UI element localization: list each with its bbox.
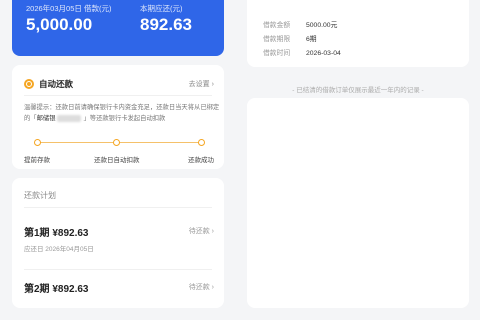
autopay-link-label: 去设置 <box>188 81 210 88</box>
autopay-steps: 提前存款 还款日自动扣款 还款成功 <box>24 139 214 165</box>
detail-value: 6期 <box>306 36 317 43</box>
left-panel: 2026年03月05日 借款(元) 本期应还(元) 5,000.00 892.6… <box>9 0 227 308</box>
bank-name: 邮储银 <box>36 115 56 122</box>
step-deposit: 提前存款 <box>24 139 50 164</box>
masked-card-number <box>57 114 82 122</box>
period-title: 第2期 ¥892.63 <box>24 284 89 295</box>
period-row[interactable]: 第1期 ¥892.63 应还日 2026年04月05日 待还款 › <box>24 224 214 264</box>
chevron-right-icon: › <box>211 284 214 291</box>
chevron-right-icon: › <box>211 81 214 88</box>
detail-row-term: 借款期限 6期 <box>263 33 317 43</box>
detail-key: 借款时间 <box>263 50 291 57</box>
detail-row-amount: 借款金额 5000.00元 <box>263 19 337 29</box>
step-label: 还款成功 <box>188 157 214 164</box>
loan-summary-card: 2026年03月05日 借款(元) 本期应还(元) 5,000.00 892.6… <box>12 0 224 56</box>
plan-title: 还款计划 <box>24 191 56 200</box>
period-status: 待还款 › <box>189 226 214 236</box>
repayment-plan-card: 还款计划 第1期 ¥892.63 应还日 2026年04月05日 待还款 › 第… <box>12 178 224 308</box>
step-auto-debit: 还款日自动扣款 <box>94 139 140 164</box>
period-title: 第1期 ¥892.63 <box>24 228 89 239</box>
step-dot <box>33 139 41 146</box>
detail-value: 5000.00元 <box>306 22 338 29</box>
autopay-header: 自动还款 <box>24 78 73 90</box>
autopay-title: 自动还款 <box>39 79 74 89</box>
divider <box>24 95 212 96</box>
period-row[interactable]: 第2期 ¥892.63 待还款 › <box>24 280 214 320</box>
loan-amount: 5,000.00 <box>26 15 93 34</box>
chevron-right-icon: › <box>211 228 214 235</box>
notice-post: 」等还款银行卡发起自动扣款 <box>83 115 166 122</box>
step-label: 提前存款 <box>24 157 50 164</box>
period-due-date: 应还日 2026年04月05日 <box>24 246 94 253</box>
records-footnote: - 已结清的借款订单仅展示最近一年内的记录 - <box>292 87 424 94</box>
detail-key: 借款期限 <box>263 36 291 43</box>
loan-details-card: 借款金额 5000.00元 借款期限 6期 借款时间 2026-03-04 <box>247 0 469 67</box>
step-dot <box>197 139 205 146</box>
period-status-label: 待还款 <box>188 228 210 235</box>
autopay-settings-link[interactable]: 去设置 › <box>189 79 214 89</box>
due-label: 本期应还(元) <box>140 4 183 13</box>
step-dot <box>113 139 121 146</box>
loan-date-label: 2026年03月05日 借款(元) <box>26 4 112 13</box>
detail-row-time: 借款时间 2026-03-04 <box>263 47 341 57</box>
autopay-card: 自动还款 去设置 › 温馨提示：还款日前请确保银行卡内资金充足，还款日当天将从已绑… <box>12 65 224 169</box>
step-label: 还款日自动扣款 <box>94 157 140 164</box>
divider <box>24 207 212 208</box>
empty-panel <box>247 98 469 308</box>
detail-value: 2026-03-04 <box>306 50 341 57</box>
period-status-label: 待还款 <box>188 284 210 291</box>
due-amount: 892.63 <box>140 15 192 34</box>
period-status: 待还款 › <box>189 282 214 292</box>
right-panel: 借款金额 5000.00元 借款期限 6期 借款时间 2026-03-04 - 已结清… <box>244 0 472 308</box>
divider <box>24 269 212 270</box>
step-success: 还款成功 <box>188 139 214 164</box>
autopay-icon <box>24 79 34 89</box>
detail-key: 借款金额 <box>263 22 291 29</box>
autopay-notice: 温馨提示：还款日前请确保银行卡内资金充足，还款日当天将从已绑定的「邮储银 」等还款… <box>24 102 220 124</box>
